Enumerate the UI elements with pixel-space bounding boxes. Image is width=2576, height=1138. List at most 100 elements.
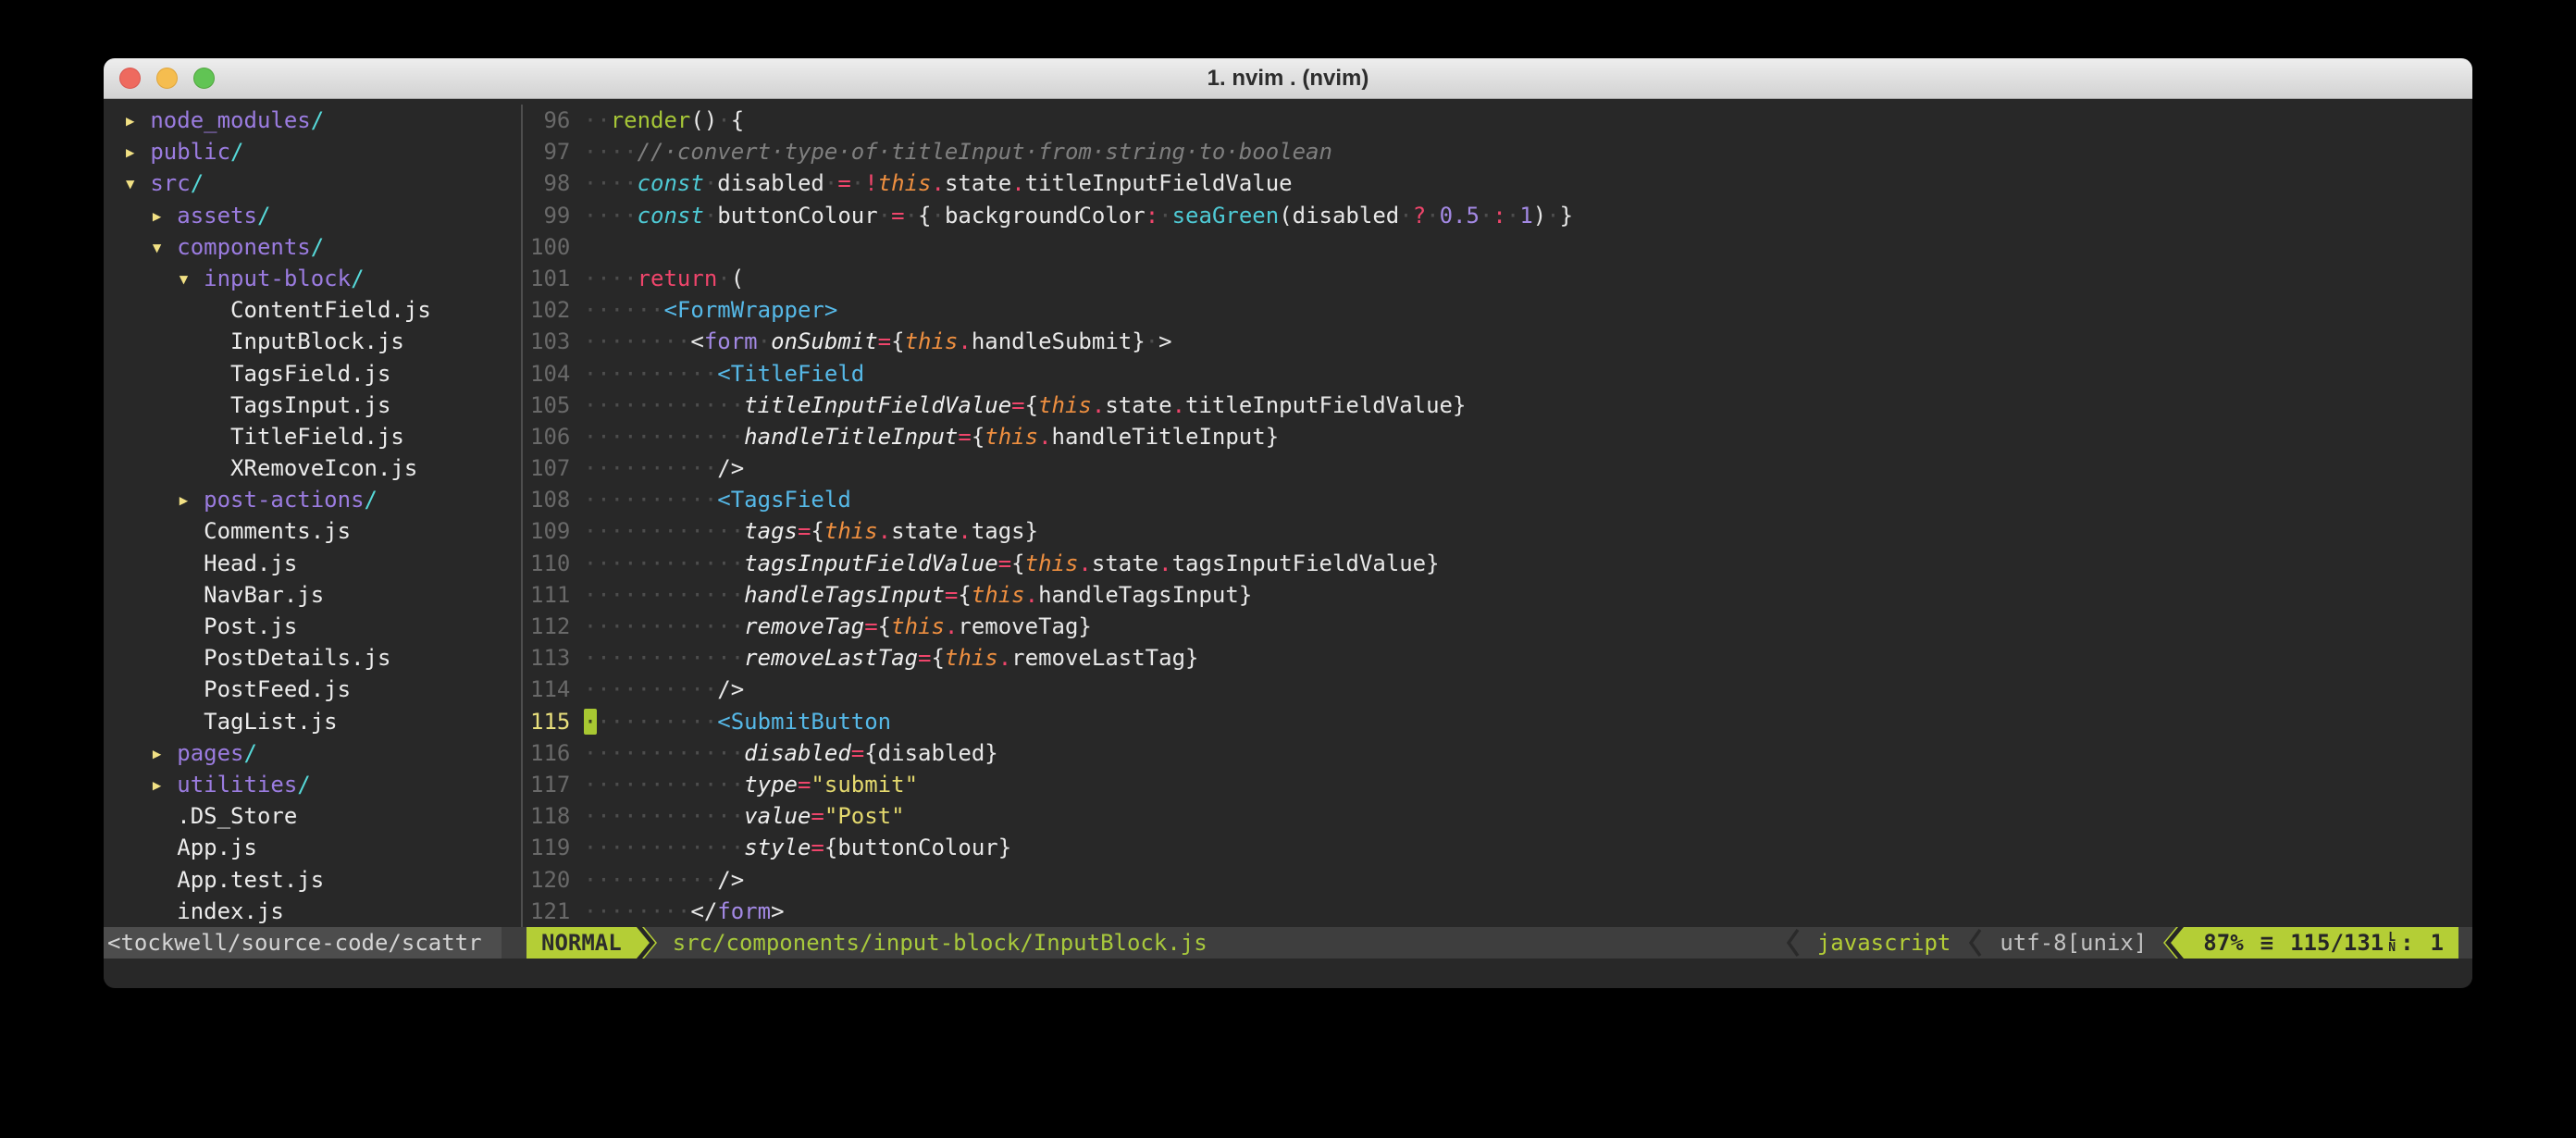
line-number: 104 bbox=[530, 358, 570, 390]
tree-file-TagsInput.js[interactable]: TagsInput.js bbox=[110, 390, 521, 421]
tree-file-index.js[interactable]: index.js bbox=[110, 896, 521, 927]
code-line-117[interactable]: 117············type="submit" bbox=[530, 769, 2472, 800]
lines-icon: ≡ bbox=[2260, 927, 2273, 959]
status-row: <tockwell/source-code/scattr NORMAL src/… bbox=[104, 927, 2472, 959]
tree-dir-pages[interactable]: ▸ pages/ bbox=[110, 737, 521, 769]
line-number: 115 bbox=[530, 706, 570, 737]
dir-slash: / bbox=[297, 772, 310, 798]
chevron-left-icon bbox=[1966, 927, 1987, 959]
file-name: TagList.js bbox=[177, 709, 337, 735]
code-line-121[interactable]: 121········</form> bbox=[530, 896, 2472, 927]
file-name: .DS_Store bbox=[150, 803, 297, 829]
tree-file-TagsField.js[interactable]: TagsField.js bbox=[110, 358, 521, 390]
line-number: 108 bbox=[530, 484, 570, 515]
code-line-114[interactable]: 114··········/> bbox=[530, 674, 2472, 705]
code-line-120[interactable]: 120··········/> bbox=[530, 864, 2472, 896]
tree-dir-components[interactable]: ▾ components/ bbox=[110, 231, 521, 263]
filetype-indicator: javascript bbox=[1817, 927, 1951, 959]
file-name: Post.js bbox=[177, 613, 297, 639]
code-line-118[interactable]: 118············value="Post" bbox=[530, 800, 2472, 832]
chevron-left-icon bbox=[1784, 927, 1804, 959]
code-line-107[interactable]: 107··········/> bbox=[530, 452, 2472, 484]
tree-file-PostDetails.js[interactable]: PostDetails.js bbox=[110, 642, 521, 674]
collapsed-arrow-icon: ▸ bbox=[150, 740, 177, 766]
code-line-103[interactable]: 103········<form·onSubmit={this.handleSu… bbox=[530, 326, 2472, 357]
code-line-101[interactable]: 101····return·( bbox=[530, 263, 2472, 294]
file-name: InputBlock.js bbox=[204, 328, 404, 354]
tree-file-.DS_Store[interactable]: .DS_Store bbox=[110, 800, 521, 832]
powerline-arrow-left-icon bbox=[2163, 927, 2186, 959]
file-name: PostDetails.js bbox=[177, 645, 390, 671]
collapsed-arrow-icon: ▸ bbox=[150, 772, 177, 798]
tree-file-XRemoveIcon.js[interactable]: XRemoveIcon.js bbox=[110, 452, 521, 484]
code-line-111[interactable]: 111············handleTagsInput={this.han… bbox=[530, 579, 2472, 611]
line-number: 112 bbox=[530, 611, 570, 642]
tree-file-NavBar.js[interactable]: NavBar.js bbox=[110, 579, 521, 611]
file-name: ContentField.js bbox=[204, 297, 431, 323]
file-name: NavBar.js bbox=[177, 582, 324, 608]
code-line-108[interactable]: 108··········<TagsField bbox=[530, 484, 2472, 515]
code-line-110[interactable]: 110············tagsInputFieldValue={this… bbox=[530, 548, 2472, 579]
code-line-109[interactable]: 109············tags={this.state.tags} bbox=[530, 515, 2472, 547]
code-line-99[interactable]: 99····const·buttonColour·=·{·backgroundC… bbox=[530, 200, 2472, 231]
line-number: 113 bbox=[530, 642, 570, 674]
tree-file-App.test.js[interactable]: App.test.js bbox=[110, 864, 521, 896]
collapsed-arrow-icon: ▸ bbox=[177, 487, 204, 513]
scroll-percent: 87% bbox=[2203, 927, 2243, 959]
tree-file-Comments.js[interactable]: Comments.js bbox=[110, 515, 521, 547]
code-line-102[interactable]: 102······<FormWrapper> bbox=[530, 294, 2472, 326]
code-line-115[interactable]: 115··········<SubmitButton bbox=[530, 706, 2472, 737]
dir-slash: / bbox=[257, 203, 270, 229]
titlebar[interactable]: 1. nvim . (nvim) bbox=[104, 58, 2472, 99]
tree-dir-node_modules[interactable]: ▸ node_modules/ bbox=[110, 105, 521, 136]
encoding-indicator: utf-8[unix] bbox=[2000, 927, 2147, 959]
code-line-112[interactable]: 112············removeTag={this.removeTag… bbox=[530, 611, 2472, 642]
file-name: PostFeed.js bbox=[177, 676, 351, 702]
tree-dir-input-block[interactable]: ▾ input-block/ bbox=[110, 263, 521, 294]
tree-dir-src[interactable]: ▾ src/ bbox=[110, 167, 521, 199]
code-line-97[interactable]: 97····//·convert·type·of·titleInput·from… bbox=[530, 136, 2472, 167]
tree-dir-post-actions[interactable]: ▸ post-actions/ bbox=[110, 484, 521, 515]
tree-file-PostFeed.js[interactable]: PostFeed.js bbox=[110, 674, 521, 705]
file-tree[interactable]: ▸ node_modules/▸ public/▾ src/▸ assets/▾… bbox=[104, 105, 521, 927]
tree-file-Head.js[interactable]: Head.js bbox=[110, 548, 521, 579]
code-line-119[interactable]: 119············style={buttonColour} bbox=[530, 832, 2472, 863]
position-indicator: 87% ≡ 115/131 LN : 1 bbox=[2186, 927, 2458, 959]
terminal-content: ▸ node_modules/▸ public/▾ src/▸ assets/▾… bbox=[104, 99, 2472, 987]
code-line-100[interactable]: 100 bbox=[530, 231, 2472, 263]
dir-name: pages bbox=[177, 740, 243, 766]
tree-file-Post.js[interactable]: Post.js bbox=[110, 611, 521, 642]
line-number: 116 bbox=[530, 737, 570, 769]
expanded-arrow-icon: ▾ bbox=[123, 170, 150, 196]
code-line-106[interactable]: 106············handleTitleInput={this.ha… bbox=[530, 421, 2472, 452]
line-number: 103 bbox=[530, 326, 570, 357]
dir-name: post-actions bbox=[204, 487, 364, 513]
tree-dir-public[interactable]: ▸ public/ bbox=[110, 136, 521, 167]
code-line-98[interactable]: 98····const·disabled·=·!this.state.title… bbox=[530, 167, 2472, 199]
file-name: TagsField.js bbox=[204, 361, 390, 387]
code-lines[interactable]: 96··render()·{97····//·convert·type·of·t… bbox=[523, 105, 2472, 927]
tree-file-TitleField.js[interactable]: TitleField.js bbox=[110, 421, 521, 452]
tree-dir-assets[interactable]: ▸ assets/ bbox=[110, 200, 521, 231]
line-number: 121 bbox=[530, 896, 570, 927]
code-line-96[interactable]: 96··render()·{ bbox=[530, 105, 2472, 136]
code-line-116[interactable]: 116············disabled={disabled} bbox=[530, 737, 2472, 769]
block-cursor: · bbox=[584, 709, 597, 735]
dir-slash: / bbox=[311, 107, 324, 133]
file-name: App.test.js bbox=[150, 867, 324, 893]
tree-file-InputBlock.js[interactable]: InputBlock.js bbox=[110, 326, 521, 357]
command-line[interactable] bbox=[104, 959, 2472, 987]
tree-dir-utilities[interactable]: ▸ utilities/ bbox=[110, 769, 521, 800]
line-number: 107 bbox=[530, 452, 570, 484]
file-name: TagsInput.js bbox=[204, 392, 390, 418]
code-line-105[interactable]: 105············titleInputFieldValue={thi… bbox=[530, 390, 2472, 421]
tree-file-App.js[interactable]: App.js bbox=[110, 832, 521, 863]
colon-separator: : bbox=[2400, 927, 2413, 959]
code-line-113[interactable]: 113············removeLastTag={this.remov… bbox=[530, 642, 2472, 674]
file-name: TitleField.js bbox=[204, 424, 404, 450]
code-line-104[interactable]: 104··········<TitleField bbox=[530, 358, 2472, 390]
tree-file-ContentField.js[interactable]: ContentField.js bbox=[110, 294, 521, 326]
tree-file-TagList.js[interactable]: TagList.js bbox=[110, 706, 521, 737]
line-number: 109 bbox=[530, 515, 570, 547]
line-number: 99 bbox=[530, 200, 570, 231]
